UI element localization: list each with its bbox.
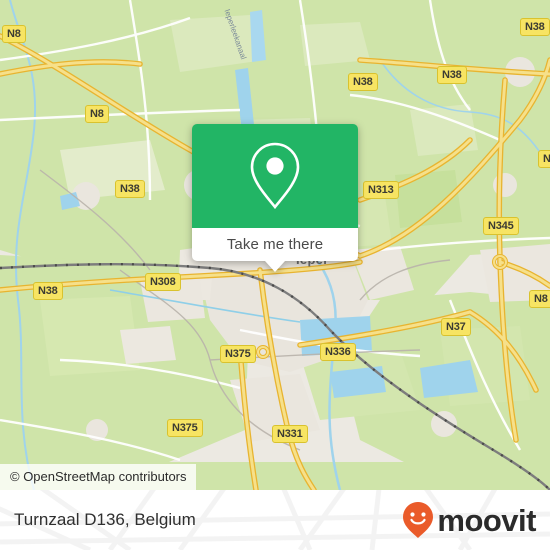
- road-shield[interactable]: N8: [2, 25, 26, 43]
- moovit-pin-icon: [403, 502, 434, 538]
- road-shield[interactable]: N3: [538, 150, 550, 168]
- road-shield[interactable]: N375: [167, 419, 203, 437]
- map-attribution[interactable]: © OpenStreetMap contributors: [0, 464, 196, 490]
- map-pin-icon: [250, 142, 300, 210]
- location-title: Turnzaal D136, Belgium: [14, 510, 196, 529]
- location-popup-card[interactable]: Take me there: [192, 124, 358, 272]
- take-me-there-button[interactable]: Take me there: [192, 228, 358, 261]
- road-shield[interactable]: N38: [115, 180, 145, 198]
- road-shield[interactable]: N8: [529, 290, 550, 308]
- road-shield[interactable]: N313: [363, 181, 399, 199]
- moovit-location-card: Ieperleekanaal Ieper N8 N8 N38 N38 N38 N…: [0, 0, 550, 550]
- road-shield[interactable]: N308: [145, 273, 181, 291]
- moovit-wordmark: moovit: [437, 502, 536, 538]
- road-shield[interactable]: N8: [85, 105, 109, 123]
- road-shield[interactable]: N37: [441, 318, 471, 336]
- footer-bar: Turnzaal D136, Belgium moovit: [0, 490, 550, 550]
- road-shield[interactable]: N38: [33, 282, 63, 300]
- road-shield[interactable]: N331: [272, 425, 308, 443]
- road-shield[interactable]: N38: [437, 66, 467, 84]
- map-canvas[interactable]: Ieperleekanaal Ieper N8 N8 N38 N38 N38 N…: [0, 0, 550, 490]
- road-shield[interactable]: N336: [320, 343, 356, 361]
- popup-icon-area: [192, 124, 358, 228]
- take-me-there-label: Take me there: [226, 236, 324, 253]
- road-shield[interactable]: N38: [348, 73, 378, 91]
- road-shield[interactable]: N345: [483, 217, 519, 235]
- moovit-logo[interactable]: moovit: [401, 500, 536, 540]
- popup-pointer: [265, 261, 285, 272]
- road-shield[interactable]: N38: [520, 18, 550, 36]
- road-shield[interactable]: N375: [220, 345, 256, 363]
